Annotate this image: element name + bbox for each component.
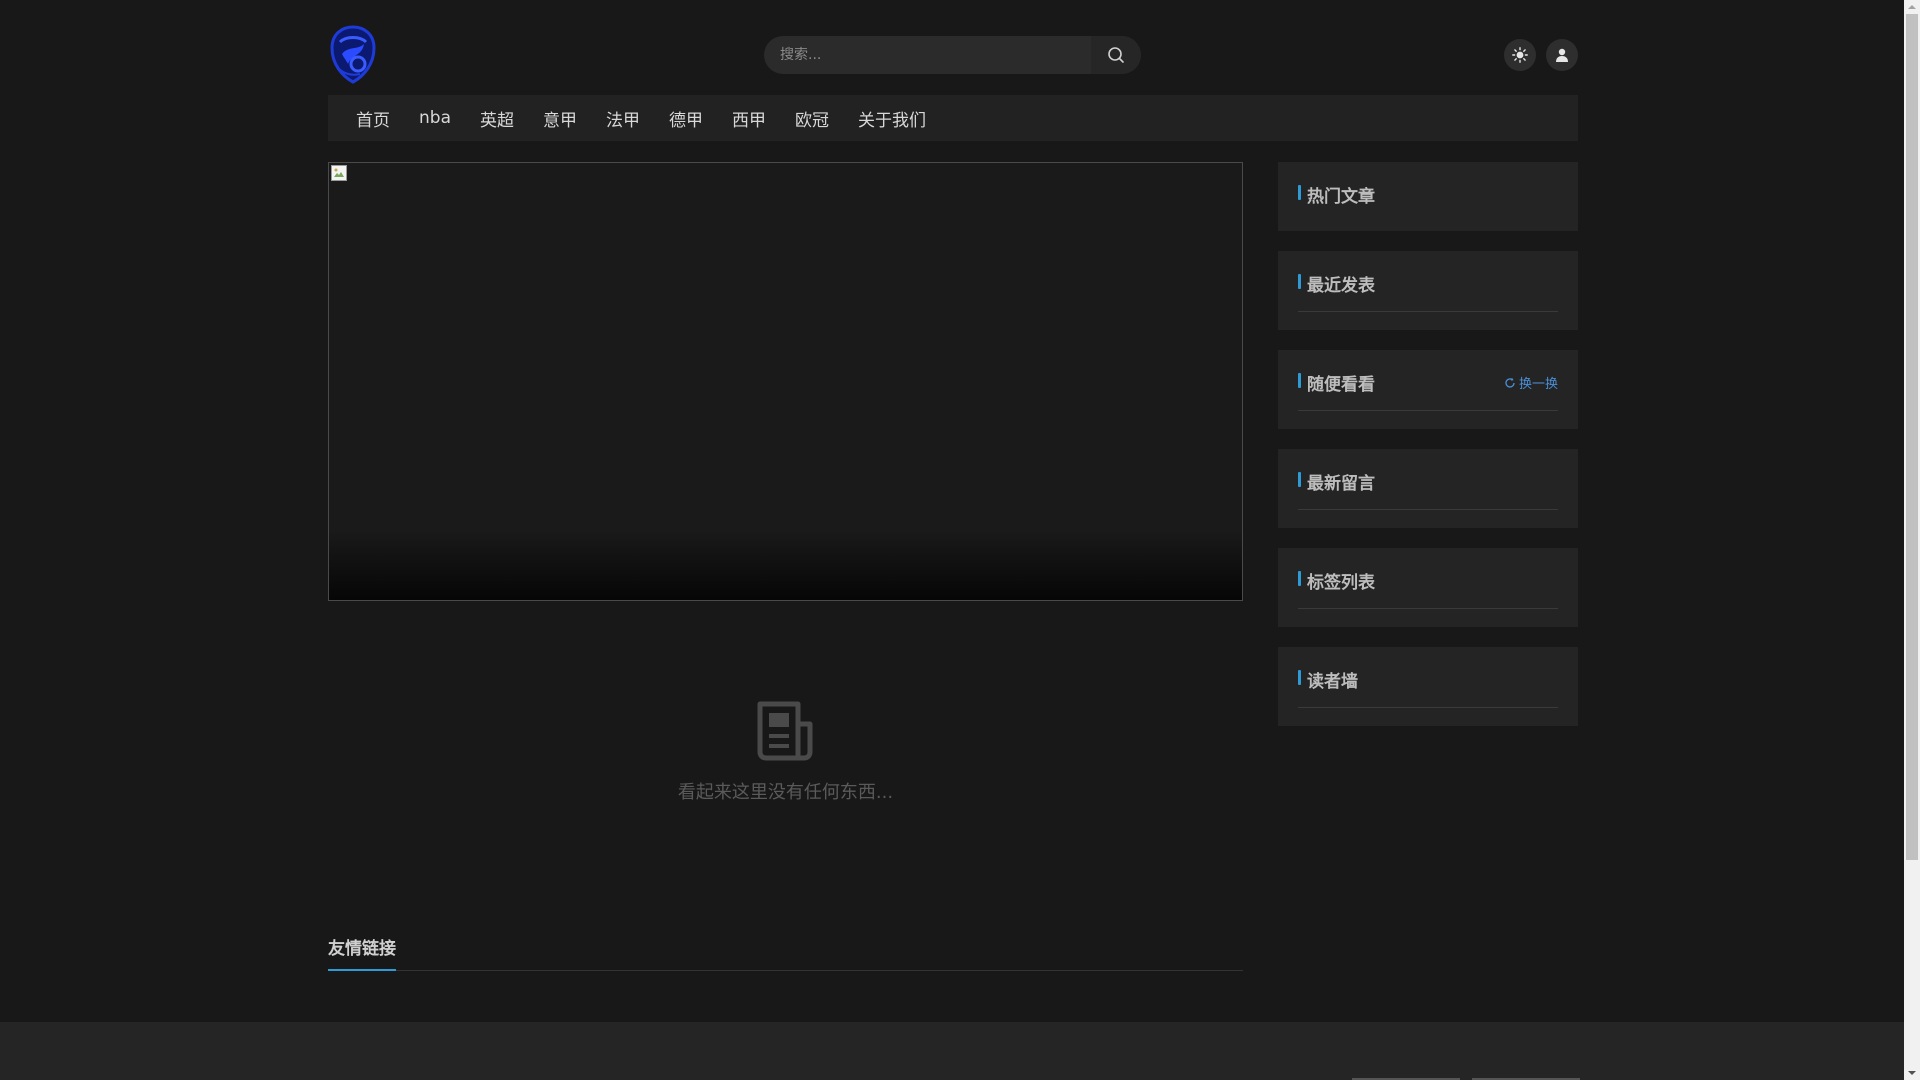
scrollbar-thumb[interactable] [1906,14,1918,860]
main-nav: 首页 nba 英超 意甲 法甲 德甲 西甲 欧冠 关于我们 [328,95,1578,141]
widget-title-recent: 最近发表 [1298,271,1375,296]
nav-item-nba[interactable]: nba [419,108,451,128]
widget-recent-posts: 最近发表 [1278,251,1578,330]
nav-item-serie-a[interactable]: 意甲 [543,106,577,131]
widget-title-comments: 最新留言 [1298,469,1375,494]
broken-image-icon [331,165,347,181]
nav-item-ligue-1[interactable]: 法甲 [606,106,640,131]
user-button[interactable] [1546,39,1578,71]
widget-title-random: 随便看看 [1298,370,1375,395]
scroll-up-arrow-icon[interactable] [1904,0,1920,14]
widget-hot-articles: 热门文章 [1278,162,1578,231]
widget-divider [1298,311,1558,312]
user-icon [1556,48,1568,62]
nav-item-bundesliga[interactable]: 德甲 [669,106,703,131]
widget-divider [1298,707,1558,708]
friendly-links: 友情链接 [328,934,1243,971]
nav-item-home[interactable]: 首页 [356,106,390,131]
empty-message: 看起来这里没有任何东西... [677,782,894,803]
widget-divider [1298,410,1558,411]
widget-random-posts: 随便看看 换一换 [1278,350,1578,429]
nav-item-premier-league[interactable]: 英超 [480,106,514,131]
scroll-down-arrow-icon[interactable] [1904,1066,1920,1080]
widget-reader-wall: 读者墙 [1278,647,1578,726]
nav-item-la-liga[interactable]: 西甲 [732,106,766,131]
nav-item-champions-league[interactable]: 欧冠 [795,106,829,131]
widget-title-hot: 热门文章 [1298,182,1375,207]
widget-title-readers: 读者墙 [1298,667,1358,692]
widget-title-tags: 标签列表 [1298,568,1375,593]
banner-image[interactable] [328,162,1243,601]
friendly-links-divider [328,970,1243,971]
widget-tag-list: 标签列表 [1278,548,1578,627]
empty-state: 看起来这里没有任何东西... [328,700,1243,804]
theme-toggle-button[interactable] [1504,39,1536,71]
widget-divider [1298,509,1558,510]
nav-item-about-us[interactable]: 关于我们 [858,106,926,131]
page: 首页 nba 英超 意甲 法甲 德甲 西甲 欧冠 关于我们 看起来这里没有任何东… [0,0,1904,1080]
search-button[interactable] [1091,36,1141,74]
site-logo[interactable] [328,24,378,84]
vertical-scrollbar[interactable] [1904,0,1920,1080]
friendly-links-title: 友情链接 [328,934,396,971]
widget-divider [1298,608,1558,609]
refresh-label: 换一换 [1518,377,1558,392]
sun-icon [1512,47,1528,63]
refresh-button[interactable]: 换一换 [1504,373,1558,392]
search-icon [1108,47,1124,63]
newspaper-icon [757,701,812,761]
search-bar [764,36,1141,74]
footer [0,1022,1904,1080]
refresh-icon [1505,377,1515,388]
search-input[interactable] [764,36,1091,74]
widget-latest-comments: 最新留言 [1278,449,1578,528]
